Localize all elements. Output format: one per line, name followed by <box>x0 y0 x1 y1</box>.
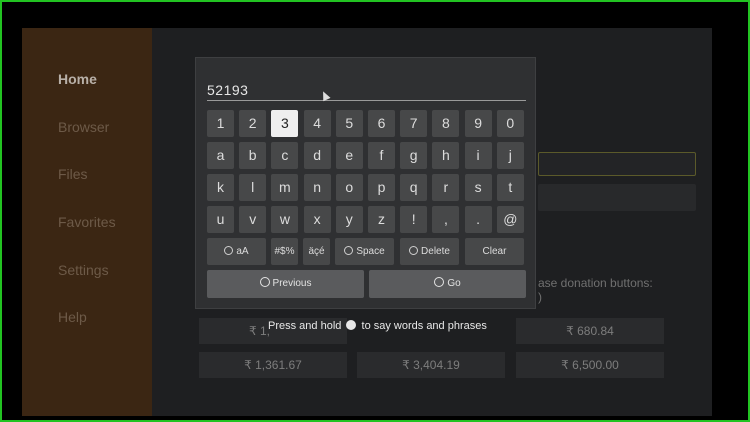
microphone-icon <box>346 320 357 330</box>
key-0[interactable]: 0 <box>496 110 524 137</box>
go-button[interactable]: Go <box>369 270 526 298</box>
key-p[interactable]: p <box>368 174 395 201</box>
key-d[interactable]: d <box>303 142 331 169</box>
key-4[interactable]: 4 <box>303 110 331 137</box>
key-1[interactable]: 1 <box>207 110 234 137</box>
key-o[interactable]: o <box>335 174 363 201</box>
donation-text: ase donation buttons: <box>538 276 653 290</box>
key-,[interactable]: , <box>432 206 460 233</box>
sidebar-item-settings[interactable]: Settings <box>58 262 109 278</box>
delete-key[interactable]: Delete <box>400 238 459 265</box>
sidebar-item-help[interactable]: Help <box>58 309 87 325</box>
key-g[interactable]: g <box>400 142 428 169</box>
key-5[interactable]: 5 <box>335 110 363 137</box>
text-entry-value[interactable]: 52193 <box>207 82 248 98</box>
key-l[interactable]: l <box>239 174 267 201</box>
key-t[interactable]: t <box>496 174 524 201</box>
amount-button-6[interactable]: ₹ 6,500.00 <box>516 352 664 378</box>
sidebar-item-home[interactable]: Home <box>58 71 97 87</box>
donation-text-cont: ) <box>538 290 542 304</box>
key-v[interactable]: v <box>239 206 267 233</box>
sidebar-item-favorites[interactable]: Favorites <box>58 214 116 230</box>
amount-button-5[interactable]: ₹ 3,404.19 <box>357 352 505 378</box>
rewind-icon <box>409 246 419 255</box>
key-.[interactable]: . <box>464 206 492 233</box>
accents-key[interactable]: äçé <box>303 238 330 265</box>
key-y[interactable]: y <box>335 206 363 233</box>
onscreen-keyboard: 52193 1234567890 abcdefghij klmnopqrst uvwx… <box>195 57 536 309</box>
sidebar-item-files[interactable]: Files <box>58 166 88 182</box>
key-8[interactable]: 8 <box>432 110 460 137</box>
background-button[interactable] <box>538 184 696 211</box>
key-![interactable]: ! <box>400 206 428 233</box>
key-q[interactable]: q <box>400 174 428 201</box>
key-w[interactable]: w <box>271 206 299 233</box>
play-pause-icon <box>344 246 354 255</box>
key-2[interactable]: 2 <box>239 110 267 137</box>
previous-button[interactable]: Previous <box>207 270 364 298</box>
space-key[interactable]: Space <box>335 238 394 265</box>
key-z[interactable]: z <box>368 206 395 233</box>
voice-hint: Press and hold to say words and phrases <box>268 320 487 332</box>
amount-button-4[interactable]: ₹ 1,361.67 <box>199 352 347 378</box>
clear-key[interactable]: Clear <box>465 238 524 265</box>
key-i[interactable]: i <box>464 142 492 169</box>
key-m[interactable]: m <box>271 174 299 201</box>
key-b[interactable]: b <box>239 142 267 169</box>
key-@[interactable]: @ <box>496 206 524 233</box>
key-c[interactable]: c <box>271 142 299 169</box>
key-j[interactable]: j <box>496 142 524 169</box>
sidebar: Home Browser Files Favorites Settings He… <box>22 28 152 416</box>
key-3[interactable]: 3 <box>271 110 299 137</box>
symbols-key[interactable]: #$% <box>271 238 298 265</box>
play-pause-icon <box>434 277 445 287</box>
key-s[interactable]: s <box>464 174 492 201</box>
key-x[interactable]: x <box>303 206 331 233</box>
key-7[interactable]: 7 <box>400 110 428 137</box>
key-a[interactable]: a <box>207 142 234 169</box>
key-u[interactable]: u <box>207 206 234 233</box>
sidebar-item-browser[interactable]: Browser <box>58 119 109 135</box>
key-e[interactable]: e <box>335 142 363 169</box>
background-code-field[interactable] <box>538 152 696 176</box>
text-entry-underline <box>207 100 526 101</box>
case-toggle-key[interactable]: aA <box>207 238 266 265</box>
menu-icon <box>224 246 234 255</box>
key-h[interactable]: h <box>432 142 460 169</box>
key-9[interactable]: 9 <box>464 110 492 137</box>
key-k[interactable]: k <box>207 174 234 201</box>
key-r[interactable]: r <box>432 174 460 201</box>
key-n[interactable]: n <box>303 174 331 201</box>
key-6[interactable]: 6 <box>368 110 395 137</box>
back-icon <box>259 277 270 287</box>
key-f[interactable]: f <box>368 142 395 169</box>
amount-button-3[interactable]: ₹ 680.84 <box>516 318 664 344</box>
